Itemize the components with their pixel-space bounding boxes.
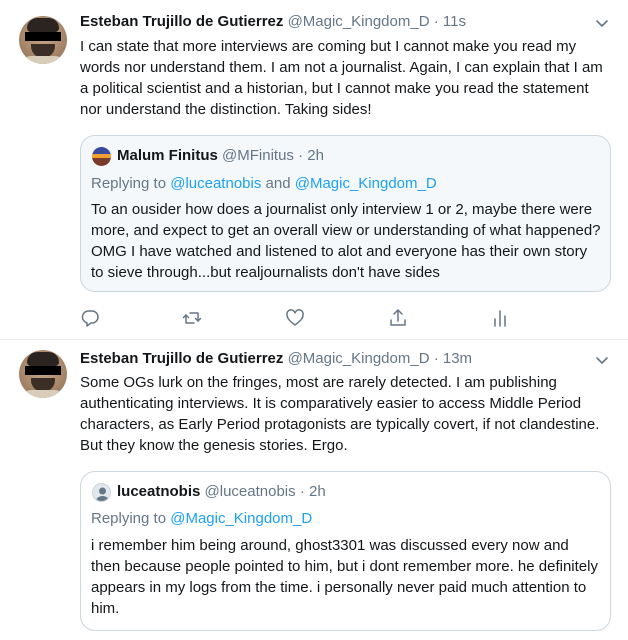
replying-and: and bbox=[265, 175, 291, 192]
quoted-timestamp: 2h bbox=[309, 483, 326, 500]
author-name[interactable]: Esteban Trujillo de Gutierrez bbox=[80, 350, 283, 367]
author-handle[interactable]: @Magic_Kingdom_D bbox=[288, 13, 430, 30]
tweet-header: Esteban Trujillo de Gutierrez @Magic_Kin… bbox=[80, 349, 472, 369]
author-handle[interactable]: @Magic_Kingdom_D bbox=[288, 350, 430, 367]
replying-label: Replying to bbox=[91, 175, 167, 192]
replying-handle-link[interactable]: @luceatnobis bbox=[170, 175, 261, 192]
quoted-author-handle: @MFinitus bbox=[222, 147, 294, 164]
timestamp[interactable]: 11s bbox=[443, 13, 466, 30]
reply-icon[interactable] bbox=[80, 308, 100, 328]
quoted-header: luceatnobis @luceatnobis · 2h bbox=[117, 482, 326, 502]
quoted-author-name: luceatnobis bbox=[117, 483, 201, 500]
quoted-header: Malum Finitus @MFinitus · 2h bbox=[117, 146, 324, 166]
quoted-tweet[interactable]: Malum Finitus @MFinitus · 2h Replying to… bbox=[80, 135, 611, 292]
analytics-icon[interactable] bbox=[490, 308, 510, 328]
share-icon[interactable] bbox=[388, 308, 408, 328]
replying-handle-link[interactable]: @Magic_Kingdom_D bbox=[295, 175, 437, 192]
quoted-tweet[interactable]: luceatnobis @luceatnobis · 2h Replying t… bbox=[80, 471, 611, 631]
separator: · bbox=[433, 350, 439, 367]
replying-to: Replying to @luceatnobis and @Magic_King… bbox=[91, 174, 437, 194]
quoted-text: i remember him being around, ghost3301 w… bbox=[91, 537, 598, 617]
separator: · bbox=[298, 147, 304, 164]
tweet-text: Some OGs lurk on the fringes, most are r… bbox=[80, 374, 600, 454]
chevron-down-icon[interactable] bbox=[594, 352, 610, 368]
retweet-icon[interactable] bbox=[182, 308, 202, 328]
timestamp[interactable]: 13m bbox=[443, 350, 472, 367]
chevron-down-icon[interactable] bbox=[594, 15, 610, 31]
replying-to: Replying to @Magic_Kingdom_D bbox=[91, 509, 312, 529]
separator: · bbox=[433, 13, 439, 30]
quoted-avatar bbox=[92, 147, 111, 166]
quoted-author-name: Malum Finitus bbox=[117, 147, 218, 164]
like-icon[interactable] bbox=[285, 308, 305, 328]
replying-handle-link[interactable]: @Magic_Kingdom_D bbox=[170, 510, 312, 527]
tweet[interactable]: Esteban Trujillo de Gutierrez @Magic_Kin… bbox=[0, 0, 628, 340]
tweet-header: Esteban Trujillo de Gutierrez @Magic_Kin… bbox=[80, 12, 466, 32]
quoted-text: To an ousider how does a journalist only… bbox=[91, 201, 601, 281]
tweet-actions bbox=[80, 308, 520, 328]
avatar[interactable] bbox=[19, 16, 67, 64]
avatar[interactable] bbox=[19, 350, 67, 398]
quoted-avatar bbox=[92, 483, 111, 502]
tweet[interactable]: Esteban Trujillo de Gutierrez @Magic_Kin… bbox=[0, 341, 628, 640]
tweet-text: I can state that more interviews are com… bbox=[80, 38, 603, 118]
quoted-author-handle: @luceatnobis bbox=[204, 483, 296, 500]
author-name[interactable]: Esteban Trujillo de Gutierrez bbox=[80, 13, 283, 30]
separator: · bbox=[299, 483, 305, 500]
quoted-timestamp: 2h bbox=[307, 147, 324, 164]
replying-label: Replying to bbox=[91, 510, 167, 527]
